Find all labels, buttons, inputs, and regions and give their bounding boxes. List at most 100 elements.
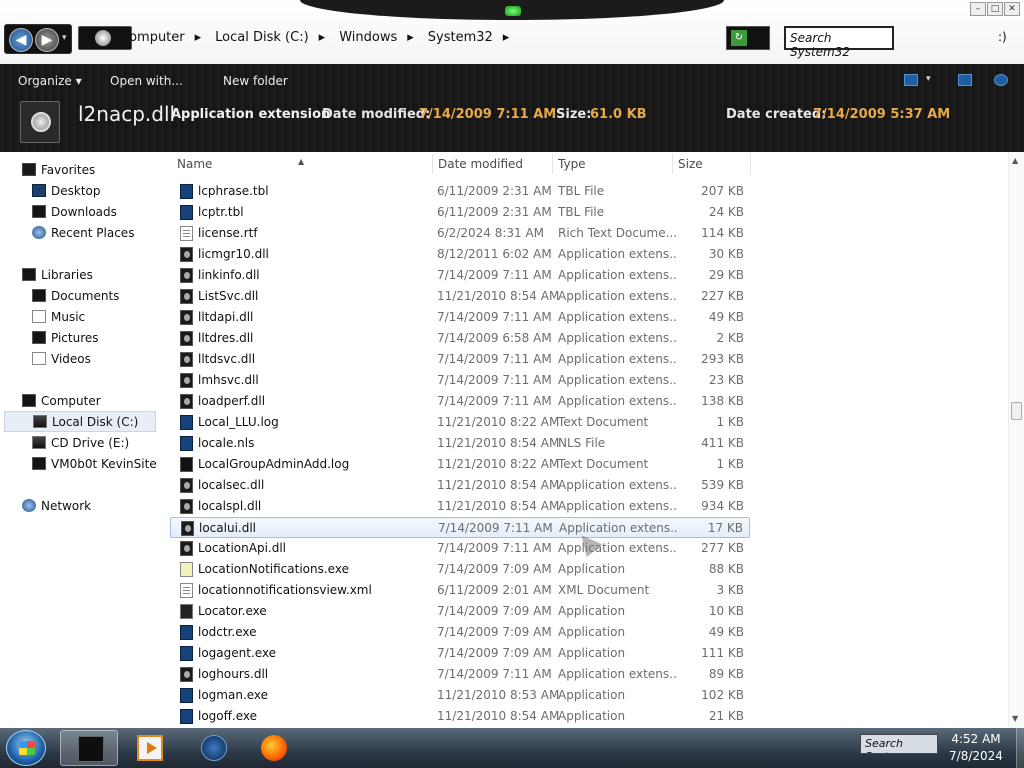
- maximize-button[interactable]: □: [987, 2, 1003, 16]
- table-row[interactable]: logman.exe 11/21/2010 8:53 AM Application 1…: [170, 685, 750, 706]
- file-type: Application: [558, 688, 626, 702]
- column-divider[interactable]: [432, 154, 433, 174]
- close-button[interactable]: ✕: [1004, 2, 1020, 16]
- nav-favorites[interactable]: Favorites: [0, 160, 160, 181]
- table-row[interactable]: locale.nls 11/21/2010 8:54 AM NLS File 411 …: [170, 433, 750, 454]
- taskbar-media-player[interactable]: [120, 730, 178, 766]
- forward-button[interactable]: ▶: [35, 28, 59, 52]
- nav-item-label: VM0b0t KevinSite: [51, 457, 157, 471]
- nav-item-network-drive[interactable]: VM0b0t KevinSite: [0, 454, 160, 475]
- breadcrumb-separator[interactable]: ▸: [195, 30, 202, 48]
- nav-item-recent-places[interactable]: Recent Places: [0, 223, 160, 244]
- table-row[interactable]: localsec.dll 11/21/2010 8:54 AM Applicatio…: [170, 475, 750, 496]
- breadcrumb-separator[interactable]: ▸: [319, 30, 326, 48]
- table-row[interactable]: loghours.dll 7/14/2009 7:11 AM Application…: [170, 664, 750, 685]
- breadcrumb-separator[interactable]: ▸: [407, 30, 414, 48]
- table-row[interactable]: lltdsvc.dll 7/14/2009 7:11 AM Application …: [170, 349, 750, 370]
- table-row[interactable]: lltdres.dll 7/14/2009 6:58 AM Application …: [170, 328, 750, 349]
- table-row[interactable]: LocalGroupAdminAdd.log 11/21/2010 8:22 AM…: [170, 454, 750, 475]
- table-row[interactable]: linkinfo.dll 7/14/2009 7:11 AM Application…: [170, 265, 750, 286]
- table-row[interactable]: lodctr.exe 7/14/2009 7:09 AM Application 49…: [170, 622, 750, 643]
- table-row[interactable]: LocationApi.dll 7/14/2009 7:11 AM Applicat…: [170, 538, 750, 559]
- table-row[interactable]: lcphrase.tbl 6/11/2009 2:31 AM TBL File 207…: [170, 181, 750, 202]
- nav-item-music[interactable]: Music: [0, 307, 160, 328]
- column-divider[interactable]: [750, 154, 751, 174]
- new-folder-button[interactable]: New folder: [223, 74, 288, 88]
- column-size[interactable]: Size: [678, 157, 703, 171]
- column-type[interactable]: Type: [558, 157, 586, 171]
- table-row[interactable]: logoff.exe 11/21/2010 8:54 AM Application 2…: [170, 706, 750, 727]
- preview-pane-icon[interactable]: [958, 74, 972, 86]
- breadcrumb-local-disk[interactable]: Local Disk (C:): [215, 30, 308, 48]
- clock-time[interactable]: 4:52 AM: [936, 732, 1016, 746]
- recent-pages-dropdown[interactable]: ▾: [62, 33, 67, 43]
- table-row-selected[interactable]: localui.dll 7/14/2009 7:11 AM Application …: [170, 517, 750, 538]
- table-row[interactable]: localspl.dll 11/21/2010 8:54 AM Applicatio…: [170, 496, 750, 517]
- breadcrumb-computer[interactable]: Computer: [120, 30, 185, 48]
- table-row[interactable]: lcptr.tbl 6/11/2009 2:31 AM TBL File 24 KB: [170, 202, 750, 223]
- nav-item-desktop[interactable]: Desktop: [0, 181, 160, 202]
- open-with-button[interactable]: Open with...: [110, 74, 183, 88]
- nav-network[interactable]: Network: [0, 496, 160, 517]
- minimize-button[interactable]: –: [970, 2, 986, 16]
- vertical-scrollbar[interactable]: ▲ ▼: [1008, 152, 1024, 728]
- table-row[interactable]: ListSvc.dll 11/21/2010 8:54 AM Application…: [170, 286, 750, 307]
- column-divider[interactable]: [672, 154, 673, 174]
- file-size: 277 KB: [701, 541, 744, 555]
- file-size: 24 KB: [708, 205, 744, 219]
- back-button[interactable]: ◀: [9, 28, 33, 52]
- nav-item-local-disk[interactable]: Local Disk (C:): [4, 411, 156, 432]
- file-date-modified: 7/14/2009 7:11 AM: [437, 310, 552, 324]
- file-name: localsec.dll: [198, 478, 265, 492]
- view-options-dropdown[interactable]: ▾: [926, 74, 931, 84]
- file-date-modified: 11/21/2010 8:54 AM: [437, 436, 560, 450]
- search-icon[interactable]: :): [998, 30, 1007, 44]
- nav-item-downloads[interactable]: Downloads: [0, 202, 160, 223]
- organize-button[interactable]: Organize ▾: [18, 74, 82, 88]
- table-row[interactable]: Locator.exe 7/14/2009 7:09 AM Application 1…: [170, 601, 750, 622]
- change-view-icon[interactable]: [904, 74, 918, 86]
- nav-item-documents[interactable]: Documents: [0, 286, 160, 307]
- taskbar-firefox[interactable]: [244, 730, 302, 766]
- column-date-modified[interactable]: Date modified: [438, 157, 523, 171]
- nav-computer[interactable]: Computer: [0, 391, 160, 412]
- breadcrumb-separator[interactable]: ▸: [503, 30, 510, 48]
- table-row[interactable]: Local_LLU.log 11/21/2010 8:22 AM Text Docu…: [170, 412, 750, 433]
- file-type-icon: [180, 184, 193, 199]
- refresh-button[interactable]: ↻: [726, 26, 770, 50]
- help-icon[interactable]: [994, 74, 1008, 86]
- column-divider[interactable]: [552, 154, 553, 174]
- file-type-icon: [180, 310, 193, 325]
- file-type-icon: [181, 521, 194, 536]
- taskbar: Search System 4:52 AM 7/8/2024: [0, 728, 1024, 768]
- tray-search-input[interactable]: Search System: [860, 734, 938, 754]
- nav-item-cd-drive[interactable]: CD Drive (E:): [0, 433, 160, 454]
- breadcrumb-system32[interactable]: System32: [428, 30, 493, 48]
- scroll-down-icon[interactable]: ▼: [1012, 714, 1018, 723]
- nav-item-label: CD Drive (E:): [51, 436, 130, 450]
- table-row[interactable]: lmhsvc.dll 7/14/2009 7:11 AM Application e…: [170, 370, 750, 391]
- show-desktop-button[interactable]: [1016, 728, 1024, 768]
- file-size: 1 KB: [716, 457, 744, 471]
- table-row[interactable]: loadperf.dll 7/14/2009 7:11 AM Application…: [170, 391, 750, 412]
- file-name: LocationNotifications.exe: [198, 562, 349, 576]
- column-name[interactable]: Name: [177, 157, 212, 171]
- scroll-thumb[interactable]: [1011, 402, 1022, 420]
- table-row[interactable]: logagent.exe 7/14/2009 7:09 AM Application…: [170, 643, 750, 664]
- breadcrumb-windows[interactable]: Windows: [339, 30, 397, 48]
- nav-item-pictures[interactable]: Pictures: [0, 328, 160, 349]
- start-button[interactable]: [6, 730, 46, 766]
- table-row[interactable]: LocationNotifications.exe 7/14/2009 7:09 …: [170, 559, 750, 580]
- file-name: Locator.exe: [198, 604, 267, 618]
- taskbar-internet-explorer[interactable]: [184, 730, 242, 766]
- taskbar-explorer[interactable]: [60, 730, 118, 766]
- table-row[interactable]: lltdapi.dll 7/14/2009 7:11 AM Application …: [170, 307, 750, 328]
- nav-item-videos[interactable]: Videos: [0, 349, 160, 370]
- nav-libraries[interactable]: Libraries: [0, 265, 160, 286]
- table-row[interactable]: license.rtf 6/2/2024 8:31 AM Rich Text Doc…: [170, 223, 750, 244]
- scroll-up-icon[interactable]: ▲: [1012, 156, 1018, 165]
- table-row[interactable]: locationnotificationsview.xml 6/11/2009 2…: [170, 580, 750, 601]
- clock-date[interactable]: 7/8/2024: [936, 749, 1016, 763]
- table-row[interactable]: licmgr10.dll 8/12/2011 6:02 AM Application…: [170, 244, 750, 265]
- search-input[interactable]: Search System32: [784, 26, 894, 59]
